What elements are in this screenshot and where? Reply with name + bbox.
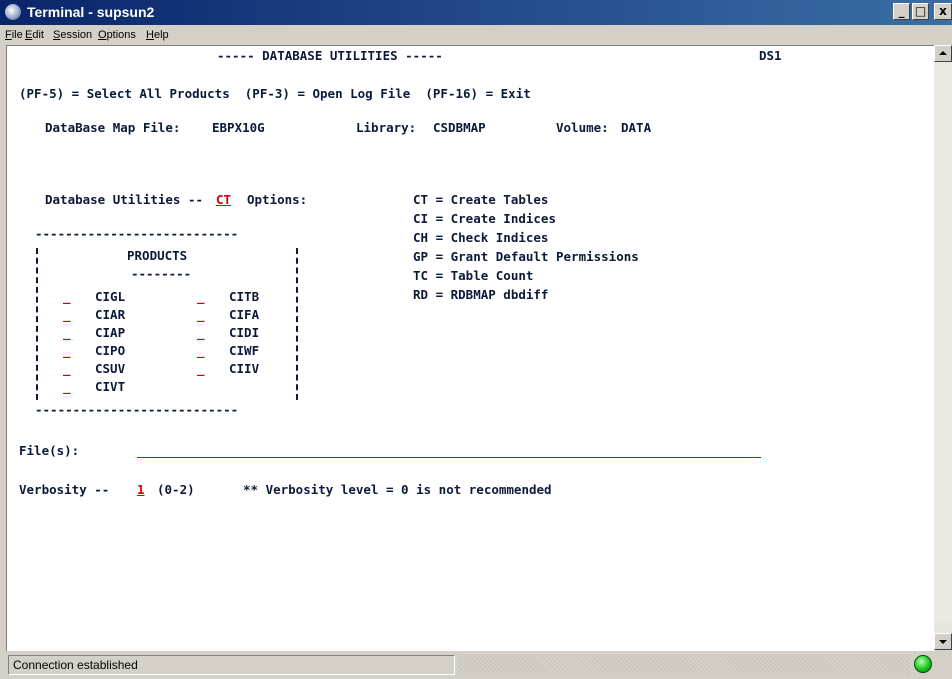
products-right-border bbox=[296, 248, 298, 400]
option-create-tables: CT = Create Tables bbox=[413, 192, 549, 207]
product-checkbox-cidi[interactable]: _ bbox=[197, 325, 205, 341]
option-grant-permissions: GP = Grant Default Permissions bbox=[413, 249, 639, 264]
window-title: Terminal - supsun2 bbox=[27, 4, 155, 20]
products-bottom-border: --------------------------- bbox=[35, 402, 239, 417]
terminal-screen[interactable]: ----- DATABASE UTILITIES ----- DS1 (PF-5… bbox=[7, 46, 935, 651]
product-checkbox-cigl[interactable]: _ bbox=[63, 289, 71, 305]
product-label-civt: CIVT bbox=[95, 379, 126, 394]
library-value: CSDBMAP bbox=[433, 120, 486, 135]
product-checkbox-ciiv[interactable]: _ bbox=[197, 361, 205, 377]
screen-id: DS1 bbox=[759, 48, 782, 63]
volume-label: Volume: bbox=[556, 120, 609, 135]
volume-value: DATA bbox=[621, 120, 652, 135]
option-check-indices: CH = Check Indices bbox=[413, 230, 549, 245]
product-label-ciap: CIAP bbox=[95, 325, 126, 340]
scroll-thumb[interactable] bbox=[934, 62, 952, 622]
product-label-csuv: CSUV bbox=[95, 361, 126, 376]
options-label: Options: bbox=[247, 192, 308, 207]
verbosity-label: Verbosity -- bbox=[19, 482, 110, 497]
products-top-border: --------------------------- bbox=[35, 226, 239, 241]
menu-edit[interactable]: Edit bbox=[25, 28, 44, 42]
status-text: Connection established bbox=[8, 655, 455, 675]
library-label: Library: bbox=[356, 120, 417, 135]
menu-session[interactable]: Session bbox=[53, 28, 92, 42]
vertical-scrollbar[interactable] bbox=[934, 45, 952, 650]
option-table-count: TC = Table Count bbox=[413, 268, 534, 283]
product-checkbox-citb[interactable]: _ bbox=[197, 289, 205, 305]
product-label-cipo: CIPO bbox=[95, 343, 126, 358]
screen-header: ----- DATABASE UTILITIES ----- bbox=[217, 48, 443, 63]
verbosity-note: ** Verbosity level = 0 is not recommende… bbox=[243, 482, 552, 497]
connection-indicator-icon bbox=[914, 655, 932, 673]
product-label-ciar: CIAR bbox=[95, 307, 126, 322]
map-file-label: DataBase Map File: bbox=[45, 120, 181, 135]
product-checkbox-csuv[interactable]: _ bbox=[63, 361, 71, 377]
product-checkbox-ciar[interactable]: _ bbox=[63, 307, 71, 323]
option-rdbmap-dbdiff: RD = RDBMAP dbdiff bbox=[413, 287, 549, 302]
product-checkbox-civt[interactable]: _ bbox=[63, 379, 71, 395]
product-label-cigl: CIGL bbox=[95, 289, 126, 304]
terminal-app-icon[interactable] bbox=[5, 4, 21, 20]
minimize-button[interactable]: _ bbox=[893, 3, 910, 20]
menu-file[interactable]: File bbox=[5, 28, 23, 42]
product-label-cifa: CIFA bbox=[229, 307, 260, 322]
product-label-ciiv: CIIV bbox=[229, 361, 260, 376]
product-checkbox-cifa[interactable]: _ bbox=[197, 307, 205, 323]
products-title: PRODUCTS bbox=[127, 248, 188, 263]
pf-keys-help: (PF-5) = Select All Products (PF-3) = Op… bbox=[19, 86, 531, 101]
product-label-citb: CITB bbox=[229, 289, 260, 304]
arrow-down-icon bbox=[939, 640, 947, 644]
utilities-option-input[interactable]: CT bbox=[216, 192, 231, 208]
menu-help[interactable]: Help bbox=[146, 28, 169, 42]
product-label-cidi: CIDI bbox=[229, 325, 260, 340]
files-label: File(s): bbox=[19, 443, 80, 458]
utilities-label: Database Utilities -- bbox=[45, 192, 204, 207]
product-checkbox-ciwf[interactable]: _ bbox=[197, 343, 205, 359]
verbosity-range: (0-2) bbox=[157, 482, 195, 497]
products-title-underline: -------- bbox=[131, 266, 192, 281]
product-label-ciwf: CIWF bbox=[229, 343, 260, 358]
option-create-indices: CI = Create Indices bbox=[413, 211, 556, 226]
title-bar: Terminal - supsun2 _ □ x bbox=[0, 0, 952, 25]
product-checkbox-ciap[interactable]: _ bbox=[63, 325, 71, 341]
close-button[interactable]: x bbox=[934, 3, 952, 20]
scroll-up-button[interactable] bbox=[934, 45, 952, 62]
menu-bar: File Edit Session Options Help bbox=[0, 25, 952, 45]
status-bar: Connection established bbox=[0, 652, 952, 679]
verbosity-input[interactable]: 1 bbox=[137, 482, 145, 498]
maximize-button[interactable]: □ bbox=[912, 3, 929, 20]
menu-options[interactable]: Options bbox=[98, 28, 136, 42]
status-filler bbox=[458, 655, 910, 675]
map-file-value: EBPX10G bbox=[212, 120, 265, 135]
products-left-border bbox=[36, 248, 38, 400]
terminal-frame: ----- DATABASE UTILITIES ----- DS1 (PF-5… bbox=[6, 45, 935, 651]
product-checkbox-cipo[interactable]: _ bbox=[63, 343, 71, 359]
scroll-down-button[interactable] bbox=[934, 633, 952, 650]
arrow-up-icon bbox=[939, 51, 947, 55]
files-input-underline[interactable] bbox=[137, 457, 761, 458]
